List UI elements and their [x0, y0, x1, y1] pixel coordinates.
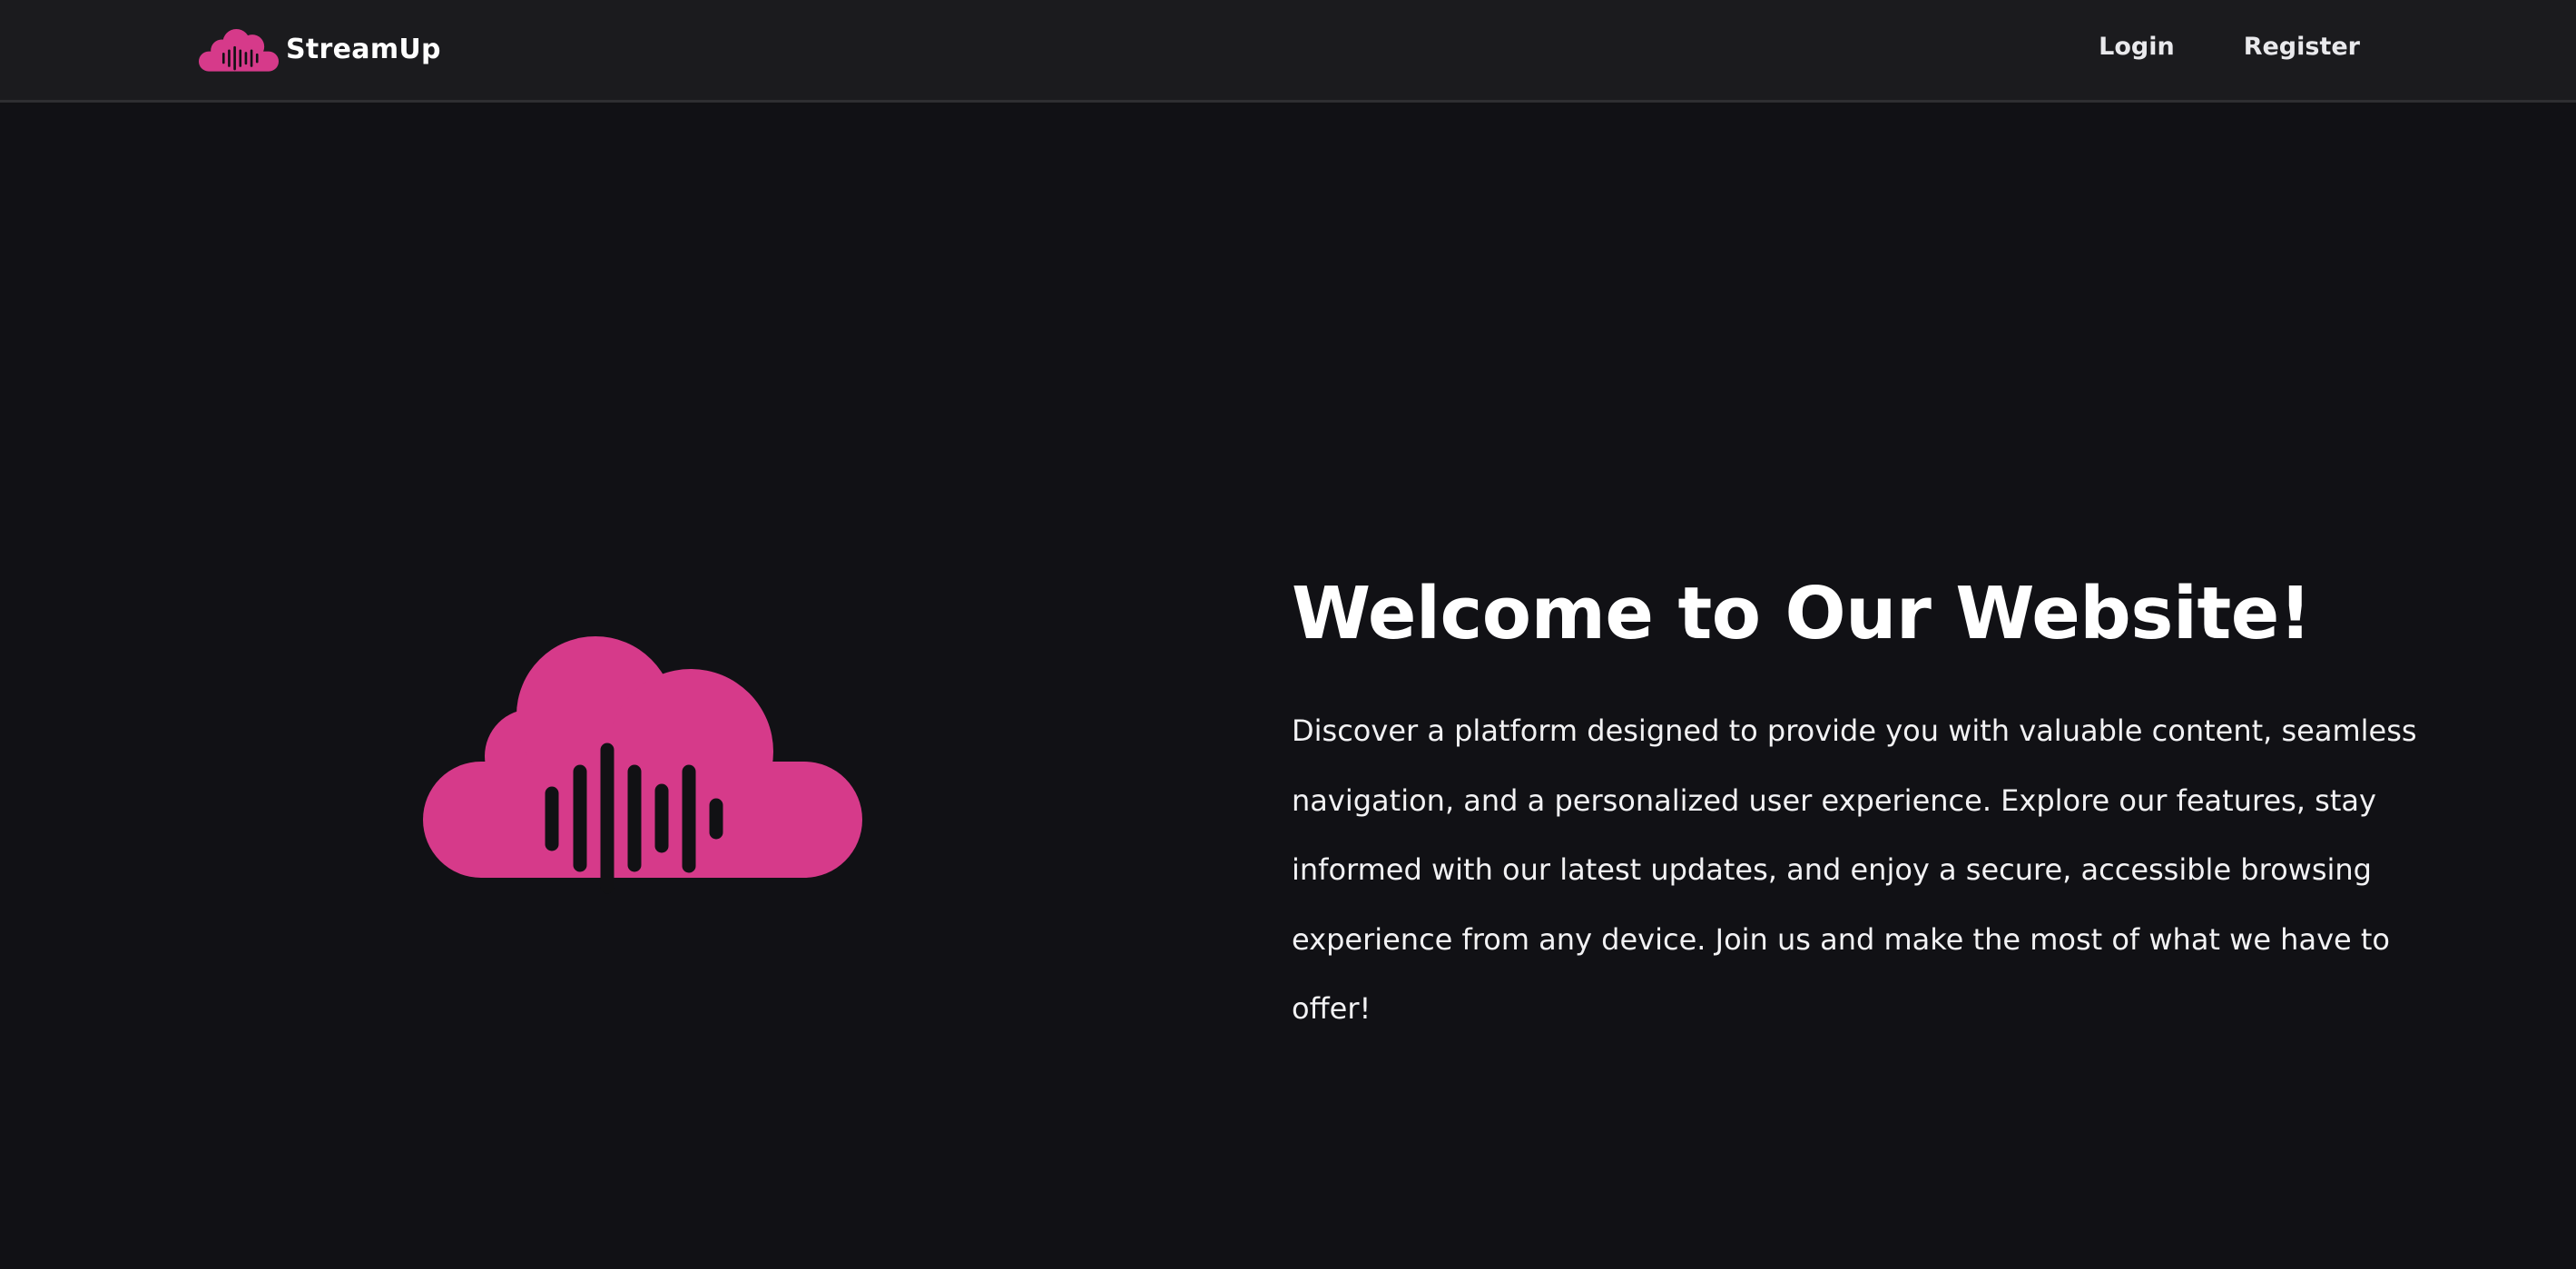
- brand-name: StreamUp: [286, 33, 441, 65]
- cloud-soundwave-logo-icon: [199, 29, 279, 72]
- cloud-soundwave-icon: [423, 636, 862, 894]
- brand-link[interactable]: StreamUp: [199, 26, 441, 72]
- hero-section: Welcome to Our Website! Discover a platf…: [0, 105, 2576, 1269]
- hero-text: Welcome to Our Website! Discover a platf…: [1292, 568, 2417, 1044]
- nav-links: Login Register: [2099, 29, 2360, 65]
- hero-description: Discover a platform designed to provide …: [1292, 713, 2417, 1026]
- login-link[interactable]: Login: [2099, 29, 2175, 65]
- navbar: StreamUp Login Register: [0, 0, 2576, 103]
- register-link[interactable]: Register: [2244, 29, 2360, 65]
- hero-title: Welcome to Our Website!: [1292, 572, 2312, 655]
